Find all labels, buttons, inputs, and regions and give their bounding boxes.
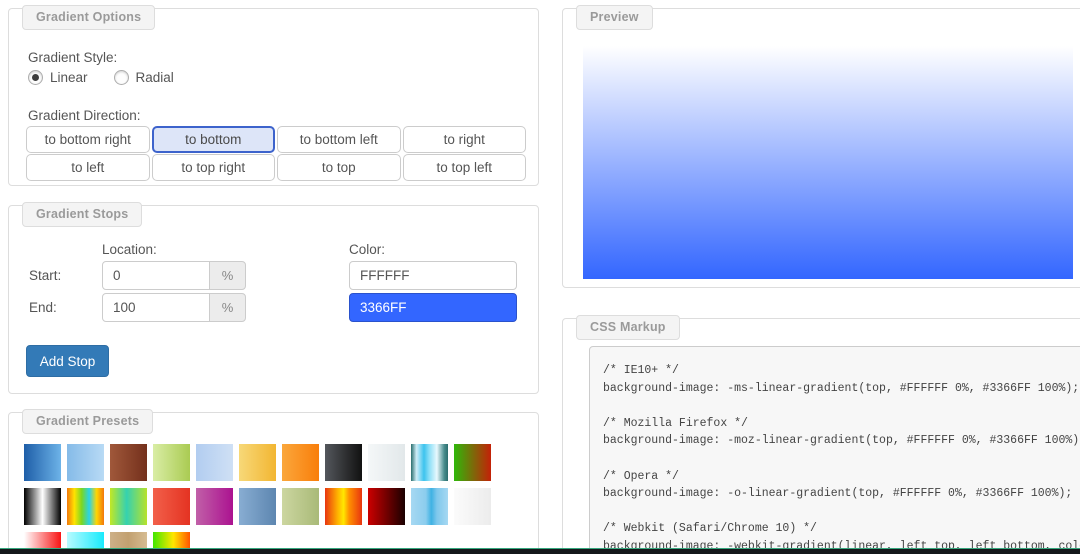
stop-row-label-start: Start:: [29, 268, 62, 283]
preset-swatch-blue[interactable]: [24, 444, 61, 481]
radio-label: Linear: [50, 70, 88, 85]
stop-row-label-end: End:: [29, 300, 57, 315]
percent-addon: %: [209, 293, 246, 322]
preset-swatch-magenta[interactable]: [196, 488, 233, 525]
preset-swatch-black[interactable]: [325, 444, 362, 481]
gradient-style-radio-radial[interactable]: Radial: [113, 70, 174, 85]
gradient-style-radio-group: Linear Radial: [28, 70, 174, 85]
direction-button-to-top-right[interactable]: to top right: [151, 154, 275, 181]
color-input-start[interactable]: [349, 261, 517, 290]
panel-title-css-markup: CSS Markup: [576, 315, 680, 340]
gradient-preview-area: [583, 46, 1073, 279]
direction-button-to-bottom[interactable]: to bottom: [151, 126, 275, 153]
preset-swatch-green-red[interactable]: [454, 444, 491, 481]
location-input-start[interactable]: [102, 261, 210, 290]
gradient-direction-label: Gradient Direction:: [28, 108, 141, 123]
preset-swatch-light-blue[interactable]: [67, 444, 104, 481]
gradient-style-label: Gradient Style:: [28, 50, 118, 65]
panel-title-gradient-presets: Gradient Presets: [22, 409, 154, 434]
direction-button-to-bottom-left[interactable]: to bottom left: [277, 126, 401, 153]
preset-swatch-tomato[interactable]: [153, 488, 190, 525]
location-input-end[interactable]: [102, 293, 210, 322]
gradient-stops-body: Location: Color: Add Stop Start:% End:%: [9, 206, 538, 393]
direction-button-to-left[interactable]: to left: [26, 154, 150, 181]
preset-swatch-white[interactable]: [368, 444, 405, 481]
preset-swatch-lime-cyan[interactable]: [110, 488, 147, 525]
preset-row: [24, 488, 491, 525]
color-column-label: Color:: [349, 242, 386, 257]
preset-swatch-cyan-stripes[interactable]: [411, 444, 448, 481]
gradient-direction-button-group: to bottom right to bottom to bottom left to…: [26, 126, 526, 181]
direction-button-to-bottom-right[interactable]: to bottom right: [26, 126, 150, 153]
css-code-text: /* IE10+ */ background-image: -ms-linear…: [603, 364, 1080, 553]
preset-swatch-near-white[interactable]: [454, 488, 491, 525]
panel-title-gradient-options: Gradient Options: [22, 5, 156, 30]
gradient-presets-panel: Gradient Presets: [8, 409, 539, 554]
gradient-generator-page: Gradient Options Gradient Style: Linear R…: [0, 0, 1080, 554]
panel-title-preview: Preview: [576, 5, 653, 30]
preset-swatch-black-white-black[interactable]: [24, 488, 61, 525]
preset-swatch-sage[interactable]: [282, 488, 319, 525]
preset-swatch-grid: [24, 444, 491, 554]
preset-row: [24, 444, 491, 481]
location-column-label: Location:: [102, 242, 157, 257]
gradient-options-panel: Gradient Options Gradient Style: Linear R…: [8, 5, 539, 186]
color-input-end[interactable]: [349, 293, 517, 322]
radio-label: Radial: [135, 70, 174, 85]
css-markup-panel: CSS Markup /* IE10+ */ background-image:…: [562, 315, 1080, 554]
preset-swatch-orange[interactable]: [282, 444, 319, 481]
preset-swatch-dark-red[interactable]: [368, 488, 405, 525]
preview-panel: Preview: [562, 5, 1080, 288]
direction-button-to-top-left[interactable]: to top left: [402, 154, 526, 181]
preset-swatch-fire[interactable]: [325, 488, 362, 525]
preset-swatch-lime[interactable]: [153, 444, 190, 481]
direction-button-to-right[interactable]: to right: [402, 126, 526, 153]
preset-swatch-brown[interactable]: [110, 444, 147, 481]
preset-swatch-steel-light[interactable]: [196, 444, 233, 481]
gradient-style-radio-linear[interactable]: Linear: [28, 70, 88, 85]
preset-swatch-rainbow[interactable]: [67, 488, 104, 525]
preset-swatch-blue-band[interactable]: [411, 488, 448, 525]
preset-swatch-gold[interactable]: [239, 444, 276, 481]
gradient-stops-panel: Gradient Stops Location: Color: Add Stop…: [8, 202, 539, 394]
radio-unselected-icon: [113, 70, 129, 85]
percent-addon: %: [209, 261, 246, 290]
window-bottom-edge: [0, 548, 1080, 554]
direction-button-to-top[interactable]: to top: [277, 154, 401, 181]
preset-swatch-steel-blue[interactable]: [239, 488, 276, 525]
add-stop-button[interactable]: Add Stop: [26, 345, 109, 377]
css-code-block: /* IE10+ */ background-image: -ms-linear…: [589, 346, 1080, 554]
radio-selected-icon: [28, 70, 43, 85]
